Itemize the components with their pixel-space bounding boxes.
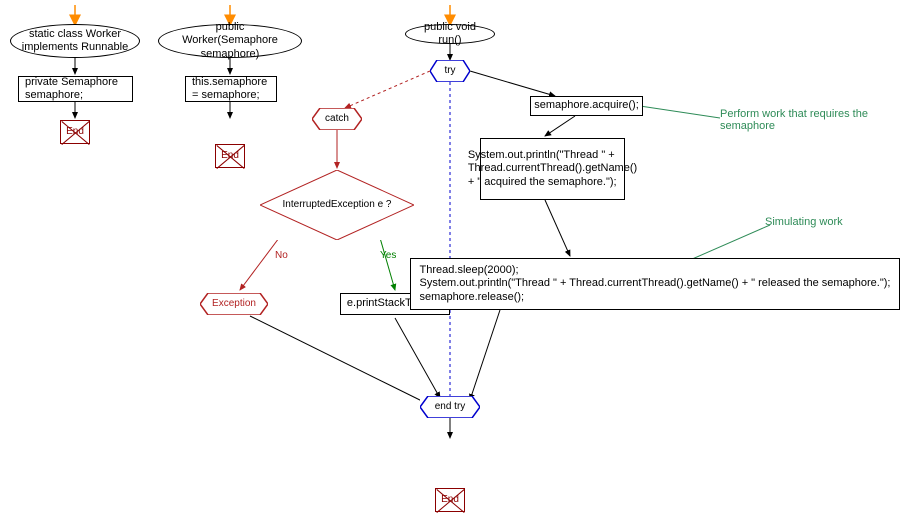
endtry-hexagon: end try [420, 396, 480, 418]
fc2-end-text: End [221, 150, 239, 162]
fc1-start-text: static class Worker implements Runnable [19, 28, 131, 54]
sleep-text: Thread.sleep(2000); System.out.println("… [420, 264, 891, 304]
label-yes: Yes [380, 250, 396, 261]
exception-text: Exception [212, 298, 256, 310]
endtry-text: end try [435, 401, 466, 413]
fc3-start-text: public void run() [414, 21, 486, 47]
fc2-start-text: public Worker(Semaphore semaphore) [167, 21, 293, 61]
fc1-end-text: End [66, 126, 84, 138]
label-no: No [275, 250, 288, 261]
fc1-stmt-text: private Semaphore semaphore; [25, 76, 126, 102]
decision-diamond: InterruptedException e ? [260, 170, 414, 240]
acquire-box: semaphore.acquire(); [530, 96, 643, 116]
comment2-text: Simulating work [765, 216, 843, 228]
fc1-stmt: private Semaphore semaphore; [18, 76, 133, 102]
comment1-text: Perform work that requires the semaphore [720, 108, 868, 132]
catch-hexagon: catch [312, 108, 362, 130]
fc3-end-text: End [441, 494, 459, 506]
fc2-start-ellipse: public Worker(Semaphore semaphore) [158, 24, 302, 58]
println1-text: System.out.println("Thread " + Thread.cu… [468, 149, 637, 189]
catch-text: catch [325, 113, 349, 125]
try-hexagon: try [430, 60, 470, 82]
try-text: try [444, 65, 455, 77]
decision-text: InterruptedException e ? [283, 199, 392, 211]
exception-hexagon: Exception [200, 293, 268, 315]
fc2-end: End [215, 144, 245, 168]
fc1-start-ellipse: static class Worker implements Runnable [10, 24, 140, 58]
fc3-start-ellipse: public void run() [405, 24, 495, 44]
comment-perform: Perform work that requires the semaphore [720, 108, 880, 132]
fc2-stmt: this.semaphore = semaphore; [185, 76, 277, 102]
fc2-stmt-text: this.semaphore = semaphore; [192, 76, 270, 102]
acquire-text: semaphore.acquire(); [534, 99, 639, 112]
fc1-end: End [60, 120, 90, 144]
println1-box: System.out.println("Thread " + Thread.cu… [480, 138, 625, 200]
fc3-end: End [435, 488, 465, 512]
comment-simulating: Simulating work [765, 216, 843, 228]
sleep-box: Thread.sleep(2000); System.out.println("… [410, 258, 900, 310]
